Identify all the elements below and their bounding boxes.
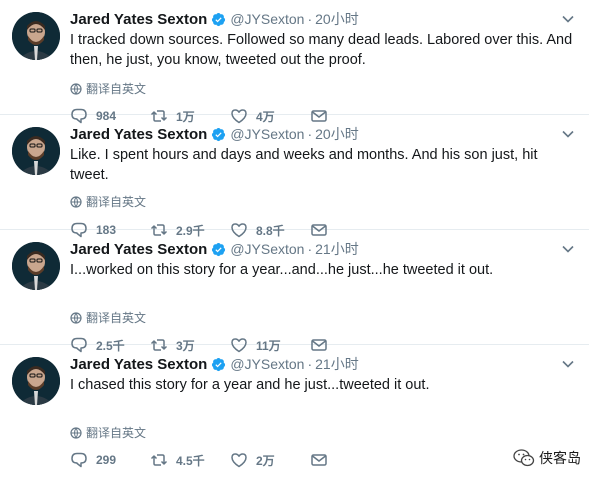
chevron-down-icon[interactable] [561,12,575,26]
avatar[interactable] [12,127,60,175]
watermark-text: 侠客岛 [539,450,581,466]
timestamp[interactable]: 21小时 [315,239,359,259]
action-bar: 299 4.5千 2万 [70,451,340,469]
watermark: 侠客岛 [513,448,581,468]
separator: · [307,126,313,142]
timestamp[interactable]: 21小时 [315,354,359,374]
translate-link[interactable]: 翻译自英文 [70,309,146,326]
tweet[interactable]: Jared Yates Sexton @JYSexton · 20小时 Like… [0,115,589,238]
tweet-text: Like. I spent hours and days and weeks a… [70,147,538,183]
retweet-icon [150,454,168,466]
avatar[interactable] [12,357,60,405]
translate-label[interactable]: 翻译自英文 [86,424,146,441]
message-button[interactable] [310,451,340,469]
retweet-button[interactable]: 4.5千 [150,451,230,469]
retweet-count: 4.5千 [176,453,205,468]
author-handle[interactable]: @JYSexton [230,126,304,142]
translate-link[interactable]: 翻译自英文 [70,424,146,441]
avatar[interactable] [12,12,60,60]
globe-icon [70,195,82,208]
like-button[interactable]: 2万 [230,451,310,469]
separator: · [307,11,313,27]
author-name[interactable]: Jared Yates Sexton [70,241,207,258]
verified-badge-icon [212,127,226,141]
separator: · [307,241,313,257]
reply-count: 299 [96,453,117,467]
chevron-down-icon[interactable] [561,357,575,371]
author-handle[interactable]: @JYSexton [230,11,304,27]
tweet[interactable]: Jared Yates Sexton @JYSexton · 21小时 I ch… [0,345,589,484]
reply-icon [71,452,87,468]
timestamp[interactable]: 20小时 [315,9,359,29]
separator: · [307,356,313,372]
author-handle[interactable]: @JYSexton [230,356,304,372]
tweet-text: I tracked down sources. Followed so many… [70,32,573,68]
avatar[interactable] [12,242,60,290]
globe-icon [70,311,82,324]
timestamp[interactable]: 20小时 [315,124,359,144]
author-name[interactable]: Jared Yates Sexton [70,126,207,143]
translate-label[interactable]: 翻译自英文 [86,193,146,210]
envelope-icon [311,454,327,466]
author-handle[interactable]: @JYSexton [230,241,304,257]
tweet[interactable]: Jared Yates Sexton @JYSexton · 21小时 I...… [0,230,589,353]
translate-label[interactable]: 翻译自英文 [86,309,146,326]
heart-icon [231,453,247,468]
author-name[interactable]: Jared Yates Sexton [70,356,207,373]
translate-link[interactable]: 翻译自英文 [70,193,146,210]
chevron-down-icon[interactable] [561,127,575,141]
verified-badge-icon [212,242,226,256]
translate-link[interactable]: 翻译自英文 [70,80,146,97]
verified-badge-icon [212,12,226,26]
chevron-down-icon[interactable] [561,242,575,256]
globe-icon [70,82,82,95]
verified-badge-icon [212,357,226,371]
tweet-text: I chased this story for a year and he ju… [70,377,430,393]
like-count: 2万 [256,453,275,468]
author-name[interactable]: Jared Yates Sexton [70,11,207,28]
globe-icon [70,426,82,439]
translate-label[interactable]: 翻译自英文 [86,80,146,97]
reply-button[interactable]: 299 [70,451,150,469]
wechat-icon [513,449,535,467]
tweet[interactable]: Jared Yates Sexton @JYSexton · 20小时 I tr… [0,0,589,124]
tweet-text: I...worked on this story for a year...an… [70,262,494,278]
